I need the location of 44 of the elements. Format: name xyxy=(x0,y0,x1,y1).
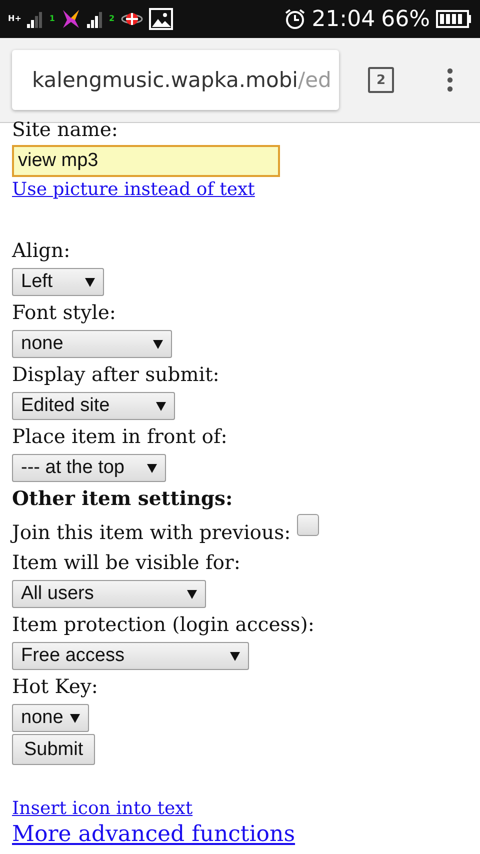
dropdown[interactable]: none xyxy=(12,704,89,732)
dropdown[interactable]: Free access xyxy=(12,642,249,670)
battery-icon xyxy=(436,10,472,28)
network-type: H+ xyxy=(8,15,22,23)
picture-link[interactable]: Use picture instead of text xyxy=(12,178,255,202)
sim-label: 1 xyxy=(49,15,55,23)
caret-icon xyxy=(187,590,197,598)
field-label: Place item in front of: xyxy=(12,424,228,450)
caret-icon xyxy=(153,340,163,348)
checkbox[interactable] xyxy=(296,514,319,536)
menu-icon[interactable] xyxy=(447,68,453,92)
tab-switcher[interactable]: 2 xyxy=(368,67,394,93)
field-label: Item will be visible for: xyxy=(12,550,242,576)
image-icon xyxy=(148,8,173,30)
sim-label: 2 xyxy=(108,15,115,23)
dropdown[interactable]: Left xyxy=(12,268,104,296)
signal-icon xyxy=(86,10,103,28)
field-label: Display after submit: xyxy=(12,362,220,388)
caret-icon xyxy=(85,278,95,286)
field-label: Item protection (login access): xyxy=(12,612,316,638)
dropdown[interactable]: --- at the top xyxy=(12,454,166,482)
dropdown[interactable]: All users xyxy=(12,580,206,608)
text-link[interactable]: Insert icon into text xyxy=(12,797,193,821)
text-link[interactable]: More advanced functions xyxy=(12,821,296,849)
field-label: Hot Key: xyxy=(12,674,99,700)
dropdown[interactable]: none xyxy=(12,330,172,358)
dropdown[interactable]: Edited site xyxy=(12,392,175,420)
address-bar[interactable]: kalengmusic.wapka.mobi/ed xyxy=(12,50,339,110)
field-label: Align: xyxy=(12,238,72,264)
caret-icon xyxy=(70,714,80,722)
field-label: Site name: xyxy=(12,117,119,143)
caret-icon xyxy=(230,652,240,660)
caret-icon xyxy=(147,464,157,472)
battery-percent: 66% xyxy=(381,6,430,32)
bird-icon xyxy=(60,8,81,30)
alarm-icon xyxy=(284,8,306,30)
clock-time: 21:04 xyxy=(312,6,376,32)
caret-icon xyxy=(156,402,166,410)
signal-icon xyxy=(27,10,44,28)
field-label: Font style: xyxy=(12,300,118,326)
site-name-field[interactable]: view mp3 xyxy=(12,145,280,177)
submit-button[interactable]: Submit xyxy=(12,734,96,765)
field-label: Join this item with previous: xyxy=(12,520,291,546)
section-heading: Other item settings: xyxy=(12,486,234,512)
